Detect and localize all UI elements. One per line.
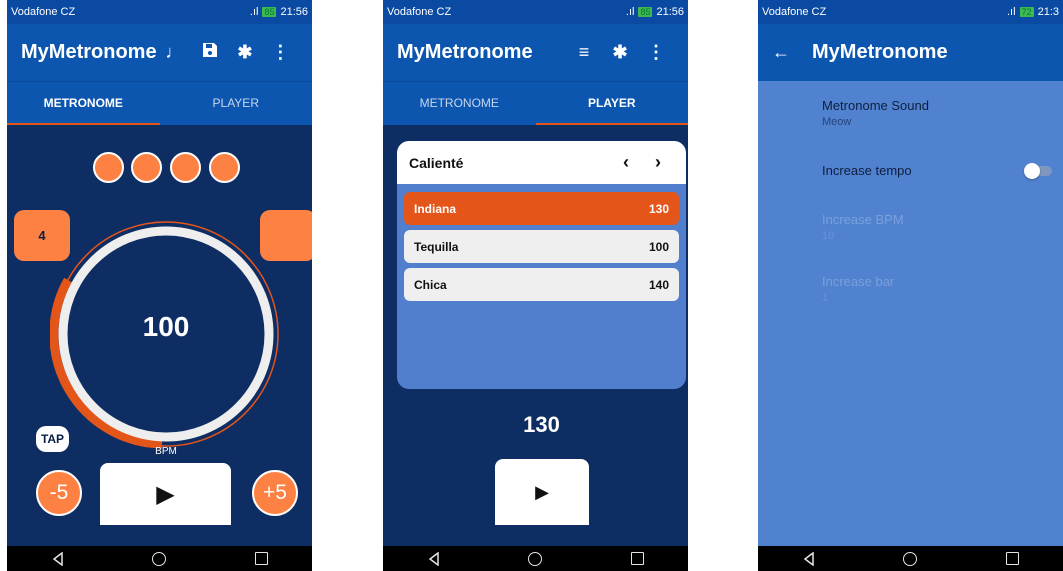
bluetooth-icon[interactable]: ✱ [227, 42, 262, 63]
beat-indicator [170, 152, 201, 183]
beat-indicator [209, 152, 240, 183]
song-bpm: 100 [648, 239, 669, 254]
pref-summary: 1 [822, 292, 829, 304]
status-carrier: Vodafone CZ [11, 6, 76, 18]
song-item[interactable]: Chica 140 [404, 268, 679, 301]
app-title: MyMetronome [397, 41, 533, 63]
pref-title: Metronome Sound [822, 98, 929, 113]
nav-recents-icon[interactable] [630, 552, 644, 566]
app-bar: ← MyMetronome [758, 24, 1063, 81]
nav-back-icon[interactable] [802, 551, 816, 566]
play-button[interactable]: ▶ [495, 459, 589, 525]
pref-increase-bpm: Increase BPM 10 [822, 212, 904, 242]
tab-metronome[interactable]: METRONOME [383, 82, 536, 126]
status-time: 21:56 [656, 6, 684, 18]
increase-tempo-toggle[interactable] [1024, 163, 1052, 179]
app-bar: MyMetronome ≡ ✱ ⋮ [383, 24, 688, 81]
toggle-knob [1024, 163, 1040, 179]
save-icon[interactable] [192, 42, 227, 63]
status-carrier: Vodafone CZ [387, 6, 452, 18]
status-time: 21:56 [280, 6, 308, 18]
song-name: Chica [414, 277, 447, 292]
pref-increase-bar: Increase bar 1 [822, 274, 894, 304]
settings-content [758, 81, 1063, 546]
play-icon: ▶ [156, 480, 175, 508]
song-name: Tequilla [414, 239, 459, 254]
beat-indicator [93, 152, 124, 183]
nav-home-icon[interactable] [152, 551, 167, 566]
battery-level: 85 [638, 7, 653, 17]
playlist-card: Calienté ‹ › Indiana 130 Tequilla 100 Ch… [397, 141, 686, 389]
battery-level: 72 [1019, 7, 1034, 17]
status-bar: Vodafone CZ .ıl 85 21:56 [7, 0, 312, 24]
metronome-screen: Vodafone CZ .ıl 85 21:56 MyMetronome ♩ ✱… [7, 0, 312, 571]
tab-metronome[interactable]: METRONOME [7, 82, 160, 126]
playlist-header: Calienté ‹ › [397, 141, 686, 184]
tap-button[interactable]: TAP [36, 426, 69, 452]
song-bpm: 130 [648, 201, 669, 216]
more-icon[interactable]: ⋮ [638, 42, 674, 63]
nav-back-icon[interactable] [51, 551, 65, 566]
player-screen: Vodafone CZ .ıl 85 21:56 MyMetronome ≡ ✱… [383, 0, 688, 571]
nav-home-icon[interactable] [528, 551, 543, 566]
tab-player[interactable]: PLAYER [160, 82, 313, 126]
nav-recents-icon[interactable] [254, 552, 268, 566]
bpm-value: 100 [142, 311, 190, 342]
system-nav-bar [383, 546, 688, 571]
pref-increase-tempo[interactable]: Increase tempo [822, 163, 912, 178]
tab-bar: METRONOME PLAYER [383, 81, 688, 126]
app-bar: MyMetronome ♩ ✱ ⋮ [7, 24, 312, 81]
increase-tempo-button[interactable]: +5 [252, 470, 298, 516]
bpm-value: 130 [523, 412, 560, 437]
song-item[interactable]: Tequilla 100 [404, 230, 679, 263]
decrease-tempo-button[interactable]: -5 [36, 470, 82, 516]
settings-screen: Vodafone CZ .ıl 72 21:3 ← MyMetronome Me… [758, 0, 1063, 571]
pref-summary: Meow [822, 116, 852, 128]
status-carrier: Vodafone CZ [762, 6, 827, 18]
app-title: MyMetronome [21, 41, 157, 63]
system-nav-bar [758, 546, 1063, 571]
more-icon[interactable]: ⋮ [263, 42, 298, 63]
system-nav-bar [7, 546, 312, 571]
pref-metronome-sound[interactable]: Metronome Sound Meow [822, 98, 929, 128]
playlist-icon[interactable]: ≡ [566, 42, 602, 63]
nav-home-icon[interactable] [903, 551, 918, 566]
chevron-left-icon[interactable]: ‹ [610, 152, 642, 173]
song-name: Indiana [414, 201, 457, 216]
nav-back-icon[interactable] [427, 551, 441, 566]
signal-icon: .ıl [625, 6, 635, 18]
status-bar: Vodafone CZ .ıl 72 21:3 [758, 0, 1063, 24]
status-time: 21:3 [1037, 6, 1059, 18]
tab-bar: METRONOME PLAYER [7, 81, 312, 126]
pref-summary: 10 [822, 230, 835, 242]
status-bar: Vodafone CZ .ıl 85 21:56 [383, 0, 688, 24]
signal-icon: .ıl [249, 6, 259, 18]
pref-title: Increase bar [822, 274, 895, 289]
song-item[interactable]: Indiana 130 [404, 192, 679, 225]
playlist-title: Calienté [409, 154, 464, 171]
play-icon: ▶ [535, 481, 549, 502]
bluetooth-icon[interactable]: ✱ [602, 42, 638, 63]
pref-title: Increase BPM [822, 212, 904, 227]
back-arrow-icon[interactable]: ← [772, 42, 812, 63]
nav-recents-icon[interactable] [1005, 552, 1019, 566]
beat-indicator [131, 152, 162, 183]
signal-icon: .ıl [1007, 6, 1016, 18]
play-button[interactable]: ▶ [100, 463, 231, 525]
song-bpm: 140 [648, 277, 669, 292]
bpm-label: BPM [155, 446, 177, 457]
app-title: MyMetronome [812, 41, 948, 63]
battery-level: 85 [262, 7, 277, 17]
chevron-right-icon[interactable]: › [642, 152, 674, 173]
music-note-icon[interactable]: ♩ [157, 42, 192, 63]
tab-player[interactable]: PLAYER [535, 82, 688, 126]
pref-title: Increase tempo [822, 163, 912, 178]
